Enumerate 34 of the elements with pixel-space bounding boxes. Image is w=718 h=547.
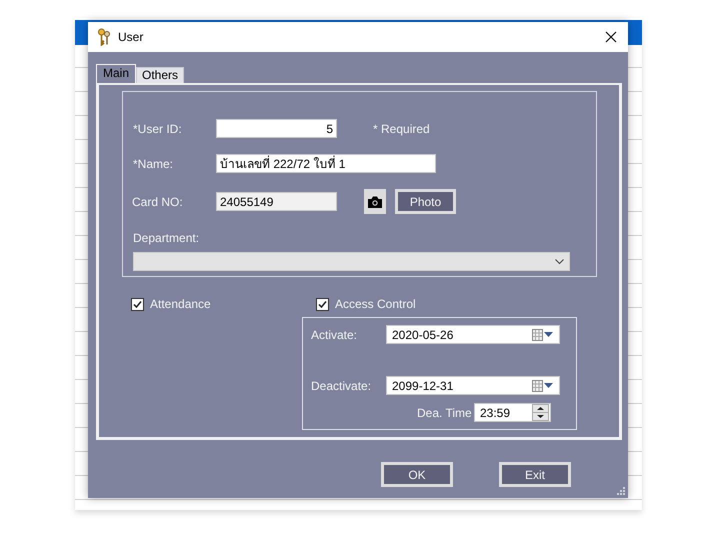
field-label: Dea. Time [417, 406, 473, 420]
field-label: Activate: [311, 328, 358, 342]
checkbox-label: Access Control [335, 297, 416, 311]
date-field[interactable]: 2099-12-31 [386, 376, 560, 395]
calendar-icon[interactable] [532, 380, 543, 392]
resize-grip-icon[interactable] [617, 487, 625, 495]
field-label: Deactivate: [311, 378, 372, 392]
tab[interactable]: Others [136, 67, 184, 83]
camera-icon [368, 196, 382, 208]
dialog-button[interactable]: OK [381, 462, 453, 487]
field-label: Department: [133, 231, 200, 245]
tab[interactable]: Main [96, 64, 136, 83]
key-icon [97, 28, 111, 46]
camera-button[interactable] [364, 189, 386, 214]
field-label: Card NO: [132, 194, 184, 208]
date-field[interactable]: 2020-05-26 [386, 325, 560, 344]
input-field[interactable]: 5 [216, 119, 337, 138]
chevron-down-icon [555, 258, 564, 264]
spin-buttons-icon[interactable] [532, 404, 549, 421]
checkbox[interactable] [131, 298, 144, 310]
dialog-button[interactable]: Exit [499, 462, 571, 487]
checkbox-label: Attendance [150, 297, 211, 311]
time-field[interactable]: 23:59 [474, 403, 551, 422]
dropdown-arrow-icon[interactable] [544, 382, 553, 388]
calendar-icon[interactable] [532, 328, 543, 340]
field-label: *Name: [133, 156, 174, 170]
window-title: User [118, 30, 144, 44]
photo-button[interactable]: Photo [395, 189, 456, 214]
field-label: *User ID: [133, 122, 183, 136]
input-field[interactable]: บ้านเลขที่ 222/72 ใบที่ 1 [216, 154, 436, 173]
input-field[interactable]: 24055149 [216, 192, 337, 211]
dropdown-arrow-icon[interactable] [544, 332, 553, 338]
required-note: * Required [373, 122, 430, 136]
checkbox[interactable] [316, 298, 329, 310]
